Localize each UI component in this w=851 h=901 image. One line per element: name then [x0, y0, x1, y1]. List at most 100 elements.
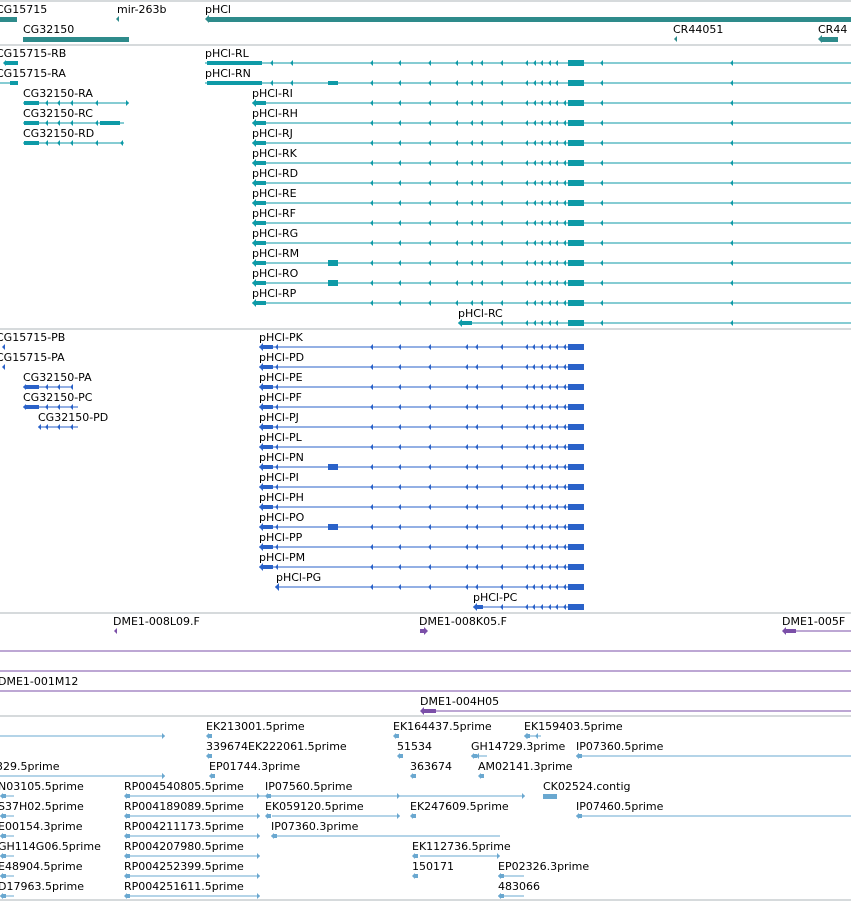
clone-DME1-004H05[interactable]: DME1-004H05: [420, 695, 851, 715]
est-aligned-line[interactable]: [272, 813, 400, 819]
strand-arrow: [525, 524, 528, 530]
protein-pHCl-PO[interactable]: pHCl-PO: [259, 511, 584, 531]
transcript-pHCl-RC[interactable]: pHCl-RC: [458, 307, 851, 327]
est-51534[interactable]: 51534: [397, 740, 432, 759]
est-aligned-line[interactable]: [0, 813, 14, 819]
transcript-pHCl-RM[interactable]: pHCl-RM: [252, 247, 851, 267]
est-363674[interactable]: 363674: [410, 760, 452, 779]
gene-pHCl[interactable]: pHCl: [205, 3, 851, 23]
clone-DME1-008K05.F[interactable]: DME1-008K05.F: [419, 615, 507, 635]
est-aligned-line[interactable]: [525, 733, 531, 739]
est-IP07460.5prime[interactable]: IP07460.5prime: [576, 800, 851, 819]
protein-CG32150-PD[interactable]: CG32150-PD: [38, 411, 108, 430]
est-AM02141.3prime[interactable]: AM02141.3prime: [478, 760, 573, 779]
est-aligned-line[interactable]: [498, 893, 524, 899]
transcript-CG15715-RB[interactable]: CG15715-RB: [0, 47, 66, 66]
est-aligned-line[interactable]: [0, 733, 165, 739]
est-aligned-line[interactable]: [130, 833, 260, 839]
protein-pHCl-PH[interactable]: pHCl-PH: [259, 491, 584, 511]
transcript-pHCl-RL[interactable]: pHCl-RL: [205, 47, 851, 66]
protein-pHCl-PP[interactable]: pHCl-PP: [259, 531, 584, 551]
strand-arrow: [555, 364, 558, 370]
est-EK213001.5prime[interactable]: EK213001.5prime: [206, 720, 305, 739]
protein-pHCl-PN[interactable]: pHCl-PN: [259, 451, 584, 471]
est-aligned-line[interactable]: [130, 853, 260, 859]
est-EP01744.3prime[interactable]: EP01744.3prime: [209, 760, 300, 779]
est-aligned-line[interactable]: [420, 853, 500, 859]
est-aligned-line[interactable]: [476, 753, 484, 759]
transcript-pHCl-RH[interactable]: pHCl-RH: [252, 107, 851, 127]
strand-arrow: [500, 504, 503, 510]
est-aligned-line[interactable]: [400, 793, 525, 799]
transcript-pHCl-RO[interactable]: pHCl-RO: [252, 267, 851, 287]
transcript-CG15715-RA[interactable]: CG15715-RA: [0, 67, 66, 85]
est-IP07360.3prime[interactable]: IP07360.3prime: [271, 820, 500, 839]
transcript-pHCl-RI[interactable]: pHCl-RI: [252, 87, 851, 107]
est-GH114G06.5prime[interactable]: GH114G06.5prime: [0, 840, 101, 859]
est-aligned-line[interactable]: [130, 873, 260, 879]
est-EK164437.5prime[interactable]: EK164437.5prime: [393, 720, 492, 739]
gene-CR44051[interactable]: CR44051: [673, 23, 723, 42]
transcript-CG32150-RD[interactable]: CG32150-RD: [23, 127, 124, 146]
est-aligned-line[interactable]: [0, 873, 14, 879]
exon-block: [261, 425, 273, 429]
protein-pHCl-PC[interactable]: pHCl-PC: [473, 591, 584, 611]
clone-DME1-005F[interactable]: DME1-005F: [782, 615, 851, 635]
protein-pHCl-PD[interactable]: pHCl-PD: [259, 351, 584, 371]
transcript-pHCl-RE[interactable]: pHCl-RE: [252, 187, 851, 207]
strand-arrow: [540, 240, 543, 246]
feature-label: EK059120.5prime: [265, 800, 364, 813]
est-aligned-line[interactable]: [0, 833, 14, 839]
protein-CG32150-PC[interactable]: CG32150-PC: [23, 391, 93, 410]
strand-arrow: [470, 180, 473, 186]
transcript-pHCl-RJ[interactable]: pHCl-RJ: [252, 127, 851, 147]
strand-arrow: [257, 853, 260, 859]
strand-arrow: [0, 833, 3, 839]
gene-CR44[interactable]: CR44: [818, 23, 847, 43]
transcript-CG32150-RA[interactable]: CG32150-RA: [23, 87, 129, 106]
clone-DME1-008L09.F[interactable]: DME1-008L09.F: [113, 615, 200, 634]
protein-pHCl-PG[interactable]: pHCl-PG: [275, 571, 584, 591]
strand-arrow: [465, 504, 468, 510]
est-aligned-line[interactable]: [130, 793, 260, 799]
strand-arrow: [70, 100, 73, 106]
transcript-pHCl-RP[interactable]: pHCl-RP: [252, 287, 851, 307]
transcript-CG32150-RC[interactable]: CG32150-RC: [23, 107, 124, 126]
est-N03105.5prime[interactable]: N03105.5prime: [0, 780, 84, 799]
protein-pHCl-PF[interactable]: pHCl-PF: [259, 391, 584, 411]
protein-CG15715-PB[interactable]: CG15715-PB: [0, 331, 65, 350]
est-aligned-line[interactable]: [576, 753, 851, 759]
est-339674EK222061.5prime[interactable]: 339674EK222061.5prime: [206, 740, 347, 759]
gene-CG32150[interactable]: CG32150: [23, 23, 129, 42]
transcript-pHCl-RG[interactable]: pHCl-RG: [252, 227, 851, 247]
est-150171[interactable]: 150171: [412, 860, 454, 879]
clone-DME1-001M12[interactable]: DME1-001M12: [0, 675, 851, 692]
protein-pHCl-PJ[interactable]: pHCl-PJ: [259, 411, 584, 431]
transcript-pHCl-RK[interactable]: pHCl-RK: [252, 147, 851, 167]
transcript-pHCl-RD[interactable]: pHCl-RD: [252, 167, 851, 187]
protein-pHCl-PK[interactable]: pHCl-PK: [259, 331, 584, 351]
protein-CG32150-PA[interactable]: CG32150-PA: [23, 371, 92, 390]
est-aligned-line[interactable]: [0, 853, 14, 859]
transcript-pHCl-RF[interactable]: pHCl-RF: [252, 207, 851, 227]
est-aligned-line[interactable]: [130, 813, 260, 819]
est-CK02524.contig[interactable]: CK02524.contig: [543, 780, 630, 799]
est-aligned-line[interactable]: [0, 773, 165, 779]
transcript-pHCl-RN[interactable]: pHCl-RN: [205, 67, 851, 86]
protein-CG15715-PA[interactable]: CG15715-PA: [0, 351, 65, 370]
est-GH14729.3prime[interactable]: GH14729.3prime: [471, 740, 566, 759]
gene-mir-263b[interactable]: mir-263b: [116, 3, 167, 22]
est-aligned-line[interactable]: [535, 733, 541, 739]
strand-arrow: [563, 240, 566, 246]
protein-pHCl-PL[interactable]: pHCl-PL: [259, 431, 584, 451]
protein-pHCl-PM[interactable]: pHCl-PM: [259, 551, 584, 571]
est-aligned-line[interactable]: [0, 893, 14, 899]
exon-block: [261, 405, 273, 409]
est-aligned-line[interactable]: [498, 873, 524, 879]
protein-pHCl-PI[interactable]: pHCl-PI: [259, 471, 584, 491]
est-aligned-line[interactable]: [130, 893, 260, 899]
est-EK247609.5prime[interactable]: EK247609.5prime: [410, 800, 509, 819]
strand-arrow: [428, 180, 431, 186]
protein-pHCl-PE[interactable]: pHCl-PE: [259, 371, 584, 391]
gene-CG15715[interactable]: CG15715: [0, 3, 47, 22]
